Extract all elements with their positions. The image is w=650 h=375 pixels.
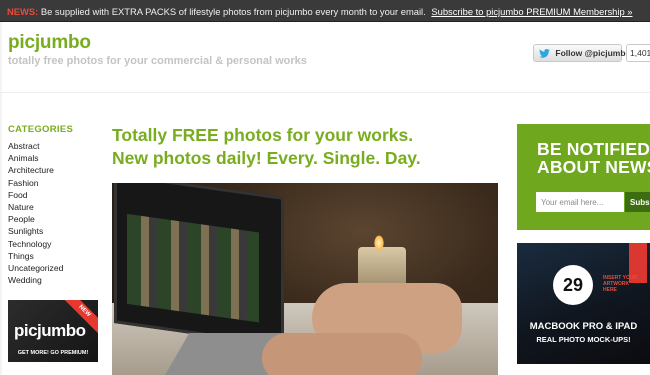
page-left-edge	[0, 22, 2, 375]
header-divider	[0, 92, 650, 93]
site-tagline: totally free photos for your commercial …	[8, 55, 307, 67]
category-link-architecture[interactable]: Architecture	[8, 164, 63, 176]
mockup-number-badge: 29	[553, 265, 593, 305]
category-link-animals[interactable]: Animals	[8, 152, 63, 164]
news-text: Be supplied with EXTRA PACKS of lifestyl…	[40, 6, 426, 17]
categories-heading: CATEGORIES	[8, 124, 74, 135]
mockup-ad-banner[interactable]: 29 INSERT YOUR ARTWORK HERE MACBOOK PRO …	[517, 243, 650, 364]
category-link-wedding[interactable]: Wedding	[8, 274, 63, 286]
category-link-nature[interactable]: Nature	[8, 201, 63, 213]
category-link-sunlights[interactable]: Sunlights	[8, 225, 63, 237]
twitter-follower-count: 1,401	[626, 44, 650, 62]
main-headline: Totally FREE photos for your works. New …	[112, 124, 421, 170]
category-link-fashion[interactable]: Fashion	[8, 177, 63, 189]
newsletter-email-input[interactable]	[536, 192, 624, 212]
category-list: Abstract Animals Architecture Fashion Fo…	[8, 140, 63, 286]
photo-screen-thumbnails	[127, 213, 259, 323]
photo-hand-second	[262, 333, 422, 375]
twitter-follow-button[interactable]: Follow @picjumbo	[533, 44, 631, 62]
premium-promo-banner[interactable]: NEW picjumbo GET MORE! GO PREMIUM!	[8, 300, 98, 362]
twitter-follow-label: Follow @picjumbo	[555, 48, 631, 58]
hero-photo[interactable]	[112, 183, 498, 375]
newsletter-subscribe-button[interactable]: Subs	[625, 192, 650, 212]
newsletter-title: BE NOTIFIED ABOUT NEWS	[537, 139, 650, 177]
promo-cta: GET MORE! GO PREMIUM!	[17, 350, 89, 356]
newsletter-box: BE NOTIFIED ABOUT NEWS Subs	[517, 124, 650, 230]
mockup-subtitle: REAL PHOTO MOCK-UPS!	[536, 335, 631, 344]
photo-candle-flame	[374, 235, 384, 251]
premium-membership-link[interactable]: Subscribe to picjumbo PREMIUM Membership…	[431, 6, 632, 17]
mockup-title: MACBOOK PRO & IPAD	[529, 321, 638, 332]
site-logo-title[interactable]: picjumbo	[8, 32, 91, 54]
category-link-uncategorized[interactable]: Uncategorized	[8, 262, 63, 274]
headline-line-1: Totally FREE photos for your works.	[112, 125, 414, 145]
category-link-food[interactable]: Food	[8, 189, 63, 201]
promo-logo: picjumbo	[14, 321, 86, 340]
headline-line-2: New photos daily! Every. Single. Day.	[112, 148, 421, 168]
news-bar: NEWS: Be supplied with EXTRA PACKS of li…	[0, 0, 650, 22]
photo-laptop-screen	[114, 183, 284, 347]
category-link-people[interactable]: People	[8, 213, 63, 225]
twitter-bird-icon	[539, 49, 550, 60]
category-link-technology[interactable]: Technology	[8, 238, 63, 250]
news-label: NEWS:	[7, 6, 39, 17]
category-link-abstract[interactable]: Abstract	[8, 140, 63, 152]
mockup-insert-text: INSERT YOUR ARTWORK HERE	[603, 275, 638, 293]
category-link-things[interactable]: Things	[8, 250, 63, 262]
